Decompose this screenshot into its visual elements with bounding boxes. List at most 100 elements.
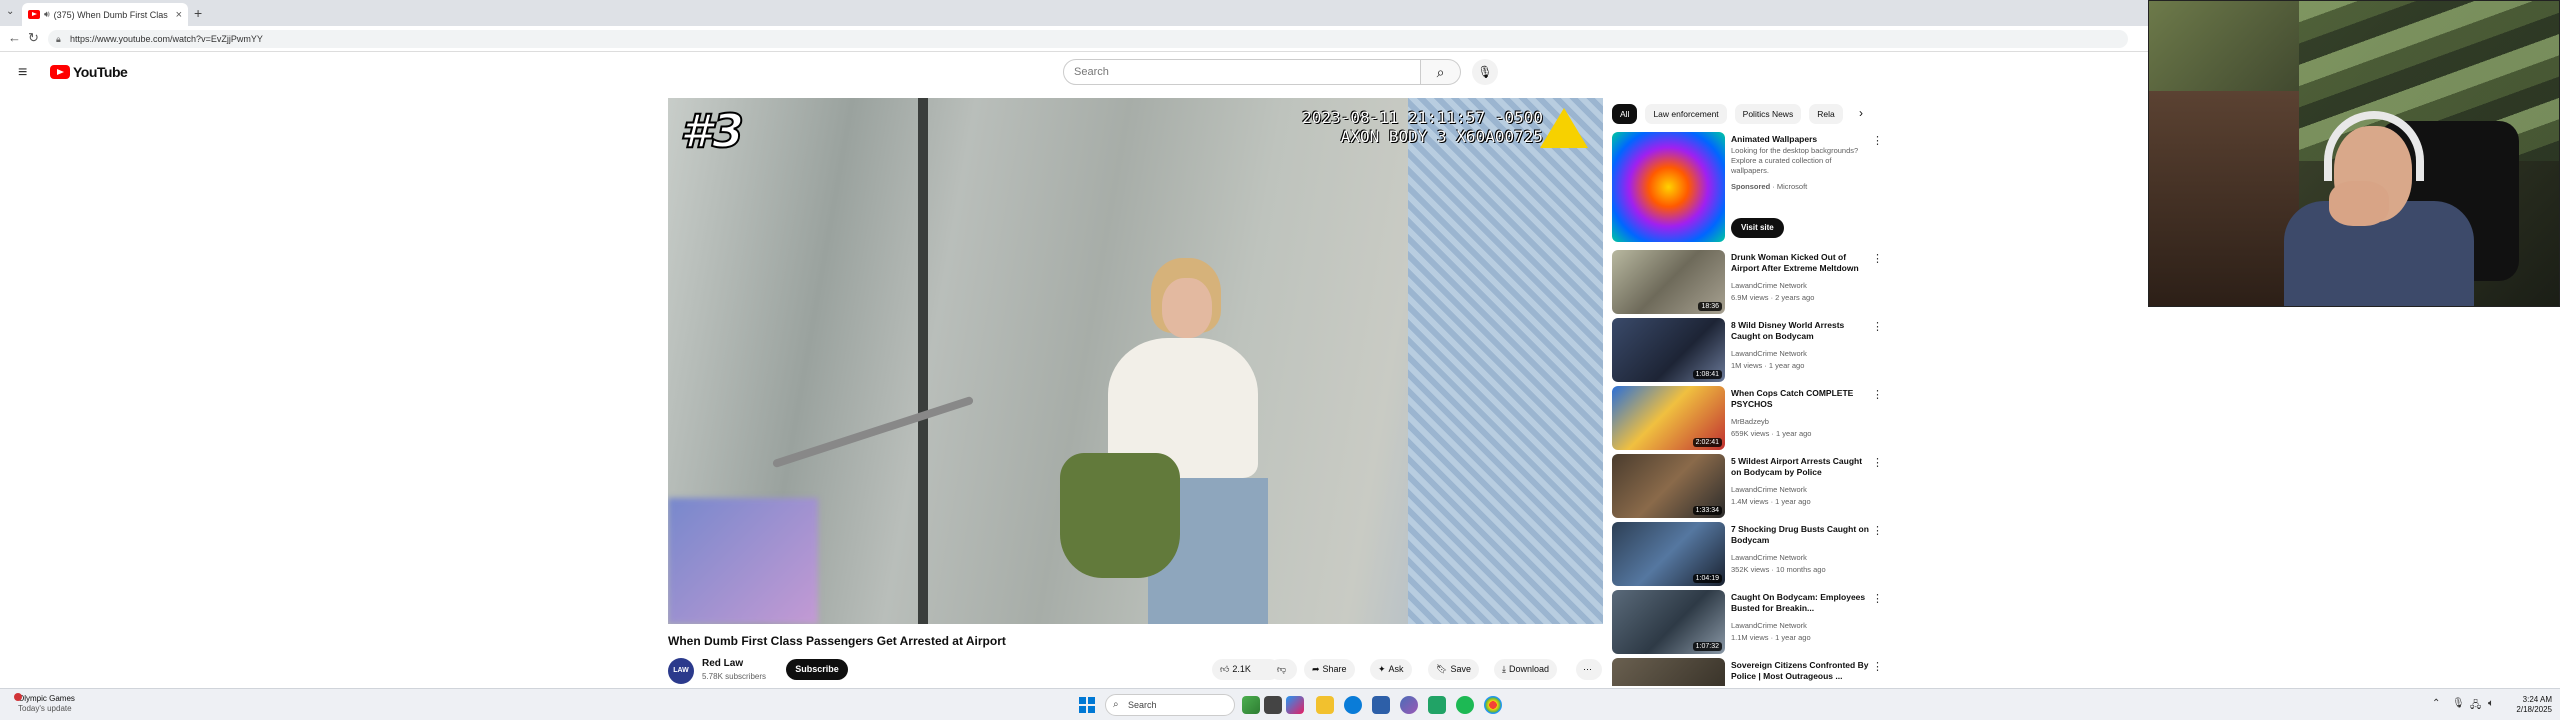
video-thumbnail[interactable]: 1:33:34 <box>1612 454 1725 518</box>
list-item[interactable]: 1:33:34 5 Wildest Airport Arrests Caught… <box>1612 454 1883 520</box>
thumbs-down-icon: 👎︎ <box>1277 664 1287 674</box>
channel-name-link[interactable]: LawandCrime Network <box>1731 349 1871 358</box>
ask-button[interactable]: ✦ Ask <box>1370 659 1412 680</box>
channel-name[interactable]: Red Law <box>702 658 743 669</box>
list-item[interactable]: 1:08:41 8 Wild Disney World Arrests Caug… <box>1612 318 1883 384</box>
microphone-tray-icon[interactable]: 🎙︎ <box>2452 698 2465 709</box>
menu-icon[interactable]: ≡ <box>18 64 27 82</box>
copilot-icon[interactable] <box>1286 696 1304 714</box>
task-view-icon[interactable] <box>1264 696 1282 714</box>
voice-search-button[interactable]: 🎙︎ <box>1472 59 1498 85</box>
ad-title[interactable]: Animated Wallpapers <box>1731 134 1871 145</box>
list-item[interactable]: 1:04:19 7 Shocking Drug Busts Caught on … <box>1612 522 1883 588</box>
list-item[interactable]: Sovereign Citizens Confronted By Police … <box>1612 658 1882 686</box>
url-field[interactable]: 🔒︎ https://www.youtube.com/watch?v=EvZjj… <box>48 30 2128 48</box>
channel-name-link[interactable]: LawandCrime Network <box>1731 553 1871 562</box>
list-item[interactable]: 18:36 Drunk Woman Kicked Out of Airport … <box>1612 250 1883 316</box>
list-item[interactable]: 2:02:41 When Cops Catch COMPLETE PSYCHOS… <box>1612 386 1883 452</box>
video-thumbnail[interactable] <box>1612 658 1725 686</box>
youtube-logo[interactable]: YouTube <box>50 64 128 80</box>
more-vert-icon[interactable]: ⋮ <box>1872 388 1883 401</box>
more-vert-icon[interactable]: ⋮ <box>1872 456 1883 469</box>
site-info-icon[interactable]: 🔒︎ <box>56 30 61 48</box>
edge-icon[interactable] <box>1344 696 1362 714</box>
video-title-link[interactable]: 5 Wildest Airport Arrests Caught on Body… <box>1731 456 1871 478</box>
chip-all[interactable]: All <box>1612 104 1638 124</box>
chip-related[interactable]: Rela <box>1809 104 1843 124</box>
more-vert-icon[interactable]: ⋮ <box>1872 592 1883 605</box>
video-thumbnail[interactable]: 18:36 <box>1612 250 1725 314</box>
reload-icon[interactable]: ↻ <box>28 30 39 46</box>
back-arrow-icon[interactable]: ← <box>8 30 21 45</box>
video-thumbnail[interactable]: 2:02:41 <box>1612 386 1725 450</box>
browser-address-bar: ← ↻ 🔒︎ https://www.youtube.com/watch?v=E… <box>0 26 2148 52</box>
store-icon[interactable] <box>1372 696 1390 714</box>
video-duration: 2:02:41 <box>1692 438 1722 447</box>
search-icon: ⌕ <box>1436 64 1445 80</box>
taskbar-search[interactable]: ⌕ Search <box>1105 694 1235 716</box>
ad-thumbnail[interactable] <box>1612 132 1725 242</box>
new-tab-button[interactable]: + <box>194 5 202 21</box>
video-thumbnail[interactable]: 1:08:41 <box>1612 318 1725 382</box>
save-button[interactable]: 🔖︎ Save <box>1428 659 1479 680</box>
more-vert-icon[interactable]: ⋮ <box>1872 524 1883 537</box>
speaker-icon[interactable]: 🔊︎ <box>44 9 50 20</box>
windows-start-icon[interactable] <box>1079 697 1095 713</box>
visit-site-button[interactable]: Visit site <box>1731 218 1784 238</box>
chrome-icon[interactable] <box>1484 696 1502 714</box>
spreadsheet-icon[interactable] <box>1428 696 1446 714</box>
more-actions-button[interactable]: ⋯ <box>1576 659 1602 680</box>
chip-law-enforcement[interactable]: Law enforcement <box>1645 104 1727 124</box>
video-duration: 1:07:32 <box>1692 642 1722 651</box>
channel-name-link[interactable]: LawandCrime Network <box>1731 485 1871 494</box>
search-button[interactable]: ⌕ <box>1421 59 1461 85</box>
video-title-link[interactable]: Sovereign Citizens Confronted By Police … <box>1731 660 1871 682</box>
file-explorer-icon[interactable] <box>1316 696 1334 714</box>
chip-politics-news[interactable]: Politics News <box>1734 104 1802 124</box>
chevron-right-icon[interactable]: › <box>1859 106 1863 120</box>
channel-name-link[interactable]: MrBadzeyb <box>1731 417 1871 426</box>
video-title-link[interactable]: 7 Shocking Drug Busts Caught on Bodycam <box>1731 524 1871 546</box>
olympics-widget-icon[interactable] <box>1242 696 1260 714</box>
share-button[interactable]: ➦ Share <box>1304 659 1355 680</box>
video-thumbnail[interactable]: 1:04:19 <box>1612 522 1725 586</box>
dislike-button[interactable]: 👎︎ <box>1269 659 1297 680</box>
ad-description: Looking for the desktop backgrounds? Exp… <box>1731 146 1859 175</box>
browser-tab-active[interactable]: 🔊︎ (375) When Dumb First Clas × <box>22 3 188 26</box>
show-hidden-icons-icon[interactable]: ⌃ <box>2432 698 2440 709</box>
widgets-button[interactable]: Olympic Games Today's update <box>14 693 75 714</box>
discord-icon[interactable] <box>1400 696 1418 714</box>
subscribe-button[interactable]: Subscribe <box>786 659 848 680</box>
tab-title: (375) When Dumb First Clas <box>53 9 168 20</box>
tab-list-chevron-icon[interactable]: ⌄ <box>6 6 14 17</box>
sponsored-ad[interactable]: Animated Wallpapers Looking for the desk… <box>1612 132 1883 244</box>
url-text: https://www.youtube.com/watch?v=EvZjjPwm… <box>70 34 263 44</box>
video-title-link[interactable]: Caught On Bodycam: Employees Busted for … <box>1731 592 1871 614</box>
video-title-link[interactable]: When Cops Catch COMPLETE PSYCHOS <box>1731 388 1871 410</box>
channel-name-link[interactable]: LawandCrime Network <box>1731 621 1871 630</box>
network-icon[interactable]: 🖧︎ <box>2470 698 2481 715</box>
close-tab-icon[interactable]: × <box>176 9 182 21</box>
list-item[interactable]: 1:07:32 Caught On Bodycam: Employees Bus… <box>1612 590 1883 656</box>
notification-badge <box>14 693 22 701</box>
browser-tab-bar: ⌄ 🔊︎ (375) When Dumb First Clas × + <box>0 0 2148 26</box>
save-label: Save <box>1450 664 1471 674</box>
search-input[interactable]: Search <box>1063 59 1421 85</box>
spotify-icon[interactable] <box>1456 696 1474 714</box>
volume-icon[interactable]: 🔈︎ <box>2488 698 2494 709</box>
more-vert-icon[interactable]: ⋮ <box>1872 134 1883 147</box>
video-title-link[interactable]: Drunk Woman Kicked Out of Airport After … <box>1731 252 1871 274</box>
more-vert-icon[interactable]: ⋮ <box>1872 660 1882 673</box>
video-player[interactable]: #3 2023-08-11 21:11:57 -0500 AXON BODY 3… <box>668 98 1603 624</box>
taskbar-clock[interactable]: 3:24 AM 2/18/2025 <box>2508 695 2552 715</box>
channel-name-link[interactable]: LawandCrime Network <box>1731 281 1871 290</box>
channel-subscriber-count: 5.78K subscribers <box>702 672 767 681</box>
channel-avatar[interactable]: LAW <box>668 658 694 684</box>
sparkle-icon: ✦ <box>1378 664 1386 674</box>
more-vert-icon[interactable]: ⋮ <box>1872 320 1883 333</box>
more-vert-icon[interactable]: ⋮ <box>1872 252 1883 265</box>
video-meta: 6.9M views · 2 years ago <box>1731 293 1815 302</box>
download-button[interactable]: ⤓ Download <box>1494 659 1558 680</box>
video-title-link[interactable]: 8 Wild Disney World Arrests Caught on Bo… <box>1731 320 1871 342</box>
video-thumbnail[interactable]: 1:07:32 <box>1612 590 1725 654</box>
